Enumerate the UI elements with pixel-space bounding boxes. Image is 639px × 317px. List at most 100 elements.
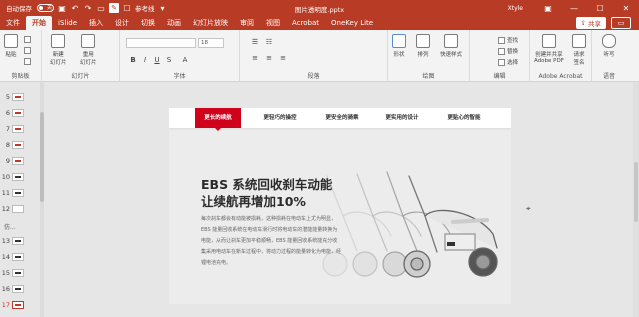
select-icon — [498, 58, 505, 66]
font-color-icon[interactable]: A — [180, 56, 190, 64]
thumbnail-slide-11[interactable]: 11 — [0, 186, 40, 200]
replace-icon — [498, 47, 505, 55]
present-icon[interactable]: ▭ — [96, 3, 106, 13]
redo-icon[interactable]: ↷ — [83, 3, 93, 13]
tab-file[interactable]: 文件 — [0, 16, 26, 30]
comment-button[interactable]: ▭ — [611, 17, 631, 29]
tab-review[interactable]: 审阅 — [234, 16, 260, 30]
slide-thumbnails-panel: 5 6 7 8 9 10 11 12 仿... 13 14 15 16 17 — [0, 82, 44, 317]
ribbon: 粘贴 剪贴板 新建 幻灯片 重用 幻灯片 幻灯片 18 B I U S A 字体… — [0, 30, 639, 82]
slide-nav-item-5[interactable]: 更贴心的智能 — [439, 108, 489, 128]
thumbnail-slide-14[interactable]: 14 — [0, 250, 40, 264]
reviewer-icon[interactable]: ✎ — [109, 3, 119, 13]
underline-button[interactable]: U — [152, 56, 162, 64]
bold-button[interactable]: B — [128, 56, 138, 64]
replace-button[interactable]: 替换 — [498, 47, 518, 55]
slide-nav-item-4[interactable]: 更实用的设计 — [377, 108, 427, 128]
font-group: 18 B I U S A 字体 — [120, 30, 240, 82]
slide-nav-bar: 更长的续航 更轻巧的操控 更安全的骑乘 更实用的设计 更贴心的智能 — [169, 108, 511, 131]
find-button[interactable]: 查找 — [498, 36, 518, 44]
tab-onekey[interactable]: OneKey Lite — [325, 16, 379, 30]
font-name-input[interactable] — [126, 38, 196, 48]
slide-nav-item-2[interactable]: 更轻巧的操控 — [255, 108, 305, 128]
thumbnail-slide-5[interactable]: 5 — [0, 90, 40, 104]
cut-button[interactable] — [24, 36, 31, 43]
thumbnail-slide-7[interactable]: 7 — [0, 122, 40, 136]
close-button[interactable]: ✕ — [613, 0, 639, 16]
ribbon-display-icon[interactable]: ▣ — [535, 0, 561, 16]
thumbnail-slide-17[interactable]: 17 — [0, 298, 40, 312]
tab-insert[interactable]: 插入 — [83, 16, 109, 30]
tab-acrobat[interactable]: Acrobat — [286, 16, 325, 30]
autosave-toggle[interactable]: 关 — [37, 4, 54, 12]
new-slide-button[interactable]: 新建 幻灯片 — [50, 34, 67, 66]
voice-group-label: 语音 — [602, 73, 615, 80]
slide-canvas[interactable]: 更长的续航 更轻巧的操控 更安全的骑乘 更实用的设计 更贴心的智能 EBS 系统… — [169, 108, 511, 304]
slide-nav-item-3[interactable]: 更安全的骑乘 — [317, 108, 367, 128]
tab-slideshow[interactable]: 幻灯片放映 — [187, 16, 234, 30]
thumbnail-slide-12[interactable]: 12 — [0, 202, 40, 216]
paste-button[interactable]: 粘贴 — [4, 34, 18, 58]
thumbnail-slide-15[interactable]: 15 — [0, 266, 40, 280]
align-left-icon[interactable]: ≡ — [250, 54, 260, 62]
format-painter-button[interactable] — [24, 58, 31, 65]
slides-group: 新建 幻灯片 重用 幻灯片 幻灯片 — [42, 30, 120, 82]
thumbnail-slide-6[interactable]: 6 — [0, 106, 40, 120]
dictate-button[interactable]: 听写 — [602, 34, 616, 58]
create-pdf-button[interactable]: 创建并共享 Adobe PDF — [534, 34, 564, 64]
undo-icon[interactable]: ↶ — [70, 3, 80, 13]
quick-styles-button[interactable]: 快速样式 — [440, 34, 462, 58]
align-right-icon[interactable]: ≡ — [278, 54, 288, 62]
numbering-icon[interactable]: ☷ — [264, 38, 274, 46]
scissors-icon — [24, 36, 31, 43]
tab-design[interactable]: 设计 — [109, 16, 135, 30]
slide-nav-item-1[interactable]: 更长的续航 — [195, 108, 241, 131]
scooter-image[interactable] — [287, 156, 511, 286]
save-icon[interactable]: ▣ — [57, 3, 67, 13]
align-center-icon[interactable]: ≡ — [264, 54, 274, 62]
more-icon[interactable]: ▾ — [158, 3, 168, 13]
bullets-icon[interactable]: ☰ — [250, 38, 260, 46]
font-group-label: 字体 — [173, 73, 186, 80]
editing-group: 查找 替换 选择 编辑 — [470, 30, 530, 82]
thumbnail-slide-9[interactable]: 9 — [0, 154, 40, 168]
reuse-slide-button[interactable]: 重用 幻灯片 — [80, 34, 97, 66]
font-size-input[interactable]: 18 — [198, 38, 224, 48]
editing-group-label: 编辑 — [493, 73, 506, 80]
guides-checkbox[interactable]: ☐ — [122, 3, 132, 13]
minimize-button[interactable]: — — [561, 0, 587, 16]
tab-home[interactable]: 开始 — [26, 16, 52, 30]
thumbnail-slide-16[interactable]: 16 — [0, 282, 40, 296]
paragraph-group: ☰ ☷ ≡ ≡ ≡ 段落 — [240, 30, 388, 82]
clipboard-group-label: 剪贴板 — [11, 73, 30, 80]
arrange-button[interactable]: 排列 — [416, 34, 430, 58]
select-button[interactable]: 选择 — [498, 58, 518, 66]
section-label[interactable]: 仿... — [4, 222, 16, 231]
shadow-button[interactable]: S — [164, 56, 174, 64]
voice-group: 听写 语音 — [592, 30, 626, 82]
maximize-button[interactable]: ☐ — [587, 0, 613, 16]
copy-button[interactable] — [24, 47, 31, 54]
tab-transitions[interactable]: 切换 — [135, 16, 161, 30]
tab-view[interactable]: 视图 — [260, 16, 286, 30]
share-button[interactable]: ⇪ 共享 — [575, 17, 606, 29]
request-sign-button[interactable]: 请求 签名 — [572, 34, 586, 66]
thumbnail-scrollbar-thumb[interactable] — [40, 112, 44, 202]
thumbnail-slide-10[interactable]: 10 — [0, 170, 40, 184]
editor-scrollbar[interactable] — [633, 82, 639, 317]
thumbnail-slide-8[interactable]: 8 — [0, 138, 40, 152]
comment-icon: ▭ — [617, 19, 625, 27]
microphone-icon — [602, 34, 616, 48]
user-name[interactable]: Xtyle — [508, 5, 523, 12]
new-slide-icon — [51, 34, 66, 48]
thumbnail-scrollbar[interactable] — [40, 82, 44, 317]
drawing-group-label: 绘图 — [422, 73, 435, 80]
shape-button[interactable]: 形状 — [392, 34, 406, 58]
tab-islide[interactable]: iSlide — [52, 16, 83, 30]
editor-scrollbar-thumb[interactable] — [634, 162, 638, 222]
acrobat-group: 创建并共享 Adobe PDF 请求 签名 Adobe Acrobat — [530, 30, 592, 82]
thumbnail-slide-13[interactable]: 13 — [0, 234, 40, 248]
tab-animations[interactable]: 动画 — [161, 16, 187, 30]
quick-styles-icon — [444, 34, 458, 48]
italic-button[interactable]: I — [140, 56, 150, 64]
